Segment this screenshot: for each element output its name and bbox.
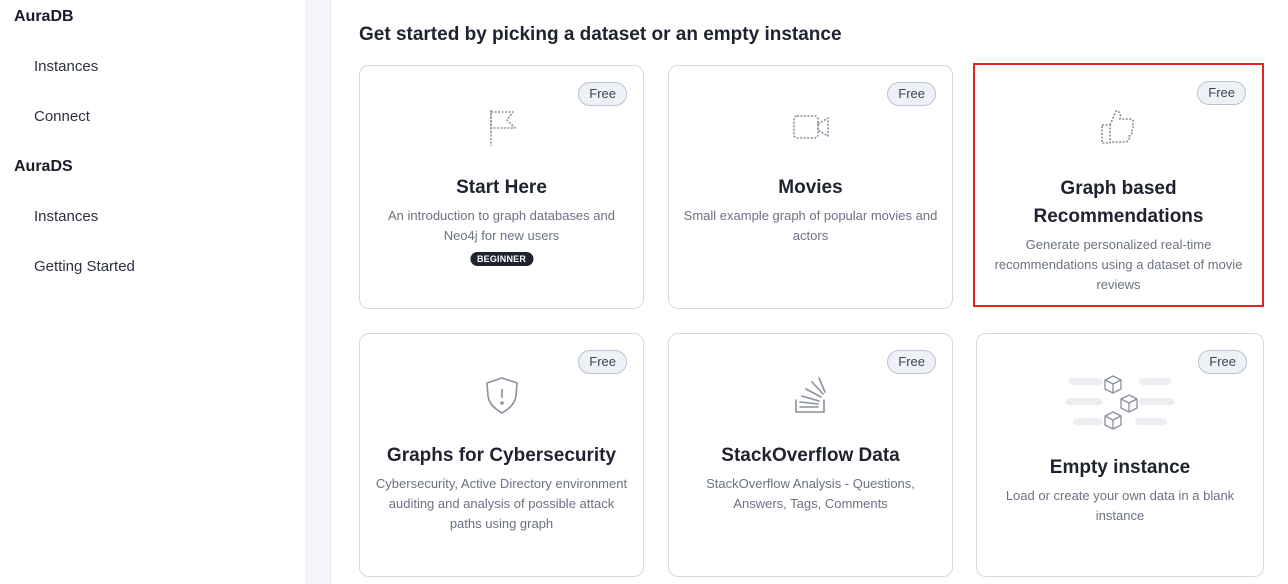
dataset-card-cybersecurity[interactable]: Free Graphs for Cybersecurity Cybersecur… <box>359 333 644 577</box>
main-content: Get started by picking a dataset or an e… <box>331 0 1288 584</box>
stackoverflow-icon <box>669 372 952 418</box>
free-badge: Free <box>1197 81 1246 105</box>
sidebar-divider <box>305 0 331 584</box>
video-camera-icon <box>669 104 952 150</box>
card-title: Graphs for Cybersecurity <box>386 445 617 466</box>
dataset-card-graph-recommendations[interactable]: Free Graph based Recommendations Generat… <box>973 63 1264 307</box>
dataset-card-empty-instance[interactable]: Free Empty instance Load or create your … <box>976 333 1264 577</box>
dataset-card-stackoverflow[interactable]: Free StackOverflow Data StackOverflow An… <box>668 333 953 577</box>
free-badge: Free <box>578 350 627 374</box>
flag-icon <box>360 104 643 150</box>
free-badge: Free <box>887 82 936 106</box>
beginner-tag: BEGINNER <box>469 252 534 266</box>
card-description: Cybersecurity, Active Directory environm… <box>375 476 628 531</box>
card-title: Empty instance <box>1049 457 1191 478</box>
cubes-icon <box>977 370 1263 434</box>
thumbs-up-icon <box>975 103 1262 149</box>
sidebar-section-aurads: AuraDS <box>14 158 73 175</box>
card-title: Graph based Recommendations <box>1033 178 1204 227</box>
dataset-card-start-here[interactable]: Free Start Here An introduction to graph… <box>359 65 644 309</box>
sidebar: AuraDB Instances Connect AuraDS Instance… <box>0 0 305 584</box>
card-description: Load or create your own data in a blank … <box>1005 488 1235 523</box>
sidebar-item-aurads-instances[interactable]: Instances <box>34 208 98 225</box>
card-description: Small example graph of popular movies an… <box>683 208 938 243</box>
card-description: StackOverflow Analysis - Questions, Answ… <box>706 476 915 511</box>
sidebar-item-auradb-connect[interactable]: Connect <box>34 108 90 125</box>
card-description: Generate personalized real-time recommen… <box>994 237 1243 292</box>
sidebar-item-auradb-instances[interactable]: Instances <box>34 58 98 75</box>
card-title: Movies <box>778 177 843 198</box>
sidebar-section-auradb: AuraDB <box>14 8 74 25</box>
free-badge: Free <box>578 82 627 106</box>
card-description: An introduction to graph databases and N… <box>388 208 615 243</box>
card-title: Start Here <box>456 177 547 198</box>
card-title: StackOverflow Data <box>721 445 900 466</box>
page-title: Get started by picking a dataset or an e… <box>359 24 842 45</box>
dataset-card-movies[interactable]: Free Movies Small example graph of popul… <box>668 65 953 309</box>
sidebar-item-aurads-getting-started[interactable]: Getting Started <box>34 258 135 275</box>
free-badge: Free <box>887 350 936 374</box>
shield-icon <box>360 372 643 418</box>
